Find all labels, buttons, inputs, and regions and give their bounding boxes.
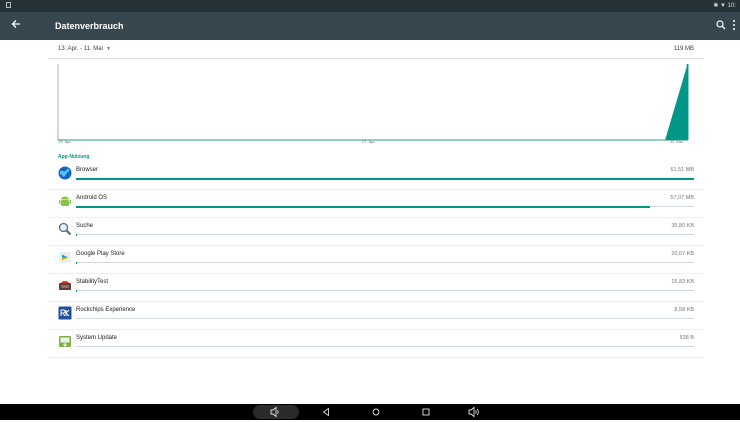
app-name: Google Play Store [76, 251, 125, 257]
x-tick-end: 11. Mai [670, 139, 683, 144]
app-row-google-play-store[interactable]: Google Play Store 20,67 KB [48, 246, 704, 274]
page-title: Datenverbrauch [55, 21, 124, 31]
total-usage: 119 MB [674, 46, 694, 52]
navigation-bar [0, 404, 740, 420]
play-store-icon [58, 250, 72, 264]
usage-bar [76, 346, 694, 347]
usage-bar [76, 178, 694, 179]
app-size: 35,80 KB [671, 223, 694, 229]
row-divider [48, 357, 704, 358]
usage-bar [76, 262, 694, 263]
app-row-stabilitytest[interactable]: StabilityTest 15,83 KB [48, 274, 704, 302]
usage-chart-svg [56, 62, 690, 144]
sd-card-icon [6, 2, 11, 8]
app-row-suche[interactable]: Suche 35,80 KB [48, 218, 704, 246]
app-row-rockchips-experience[interactable]: Rockchips Experience 8,58 KB [48, 302, 704, 330]
x-tick-start: 13. Apr. [58, 139, 72, 144]
date-range[interactable]: 13. Apr. - 11. Mai [58, 46, 103, 52]
android-icon [58, 194, 72, 208]
usage-bar [76, 290, 694, 291]
status-icons: ✱ ▼ 10: [713, 2, 736, 9]
usage-bar [76, 234, 694, 235]
usage-bar-fill [76, 178, 694, 180]
app-size: 15,83 KB [671, 279, 694, 285]
app-size: 61,51 MB [670, 167, 694, 173]
usage-chart [56, 62, 690, 144]
search-magnifier-icon [58, 222, 72, 236]
usage-bar [76, 318, 694, 319]
app-row-android-os[interactable]: Android OS 57,07 MB [48, 190, 704, 218]
x-tick-mid: 27. Apr. [362, 139, 376, 144]
system-update-icon [58, 334, 72, 348]
app-name: Android OS [76, 195, 107, 201]
more-vert-icon[interactable] [731, 18, 737, 32]
divider [48, 58, 704, 59]
app-name: Suche [76, 223, 93, 229]
app-row-system-update[interactable]: System Update 538 B [48, 330, 704, 358]
arrow-back-icon[interactable] [11, 18, 21, 32]
status-bar: ✱ ▼ 10: [0, 0, 740, 12]
app-size: 538 B [680, 335, 694, 341]
date-range-selector[interactable]: 13. Apr. - 11. Mai ▼ 119 MB [58, 44, 694, 56]
app-size: 8,58 KB [674, 307, 694, 313]
app-name: StabilityTest [76, 279, 108, 285]
app-name: Rockchips Experience [76, 307, 135, 313]
app-name: System Update [76, 335, 117, 341]
section-title-app-usage: App-Nutzung [58, 154, 89, 160]
app-row-browser[interactable]: Browser 61,51 MB [48, 162, 704, 190]
browser-globe-icon [58, 166, 72, 180]
usage-series-area [58, 64, 688, 140]
app-size: 20,67 KB [671, 251, 694, 257]
dropdown-arrow-icon[interactable]: ▼ [106, 46, 111, 52]
app-name: Browser [76, 167, 98, 173]
search-icon[interactable] [714, 18, 728, 32]
app-bar: Datenverbrauch [0, 12, 740, 40]
usage-bar [76, 206, 694, 207]
rk-logo-icon [58, 306, 72, 320]
usage-bar-fill [76, 206, 650, 208]
app-size: 57,07 MB [670, 195, 694, 201]
stability-test-icon [58, 278, 72, 292]
